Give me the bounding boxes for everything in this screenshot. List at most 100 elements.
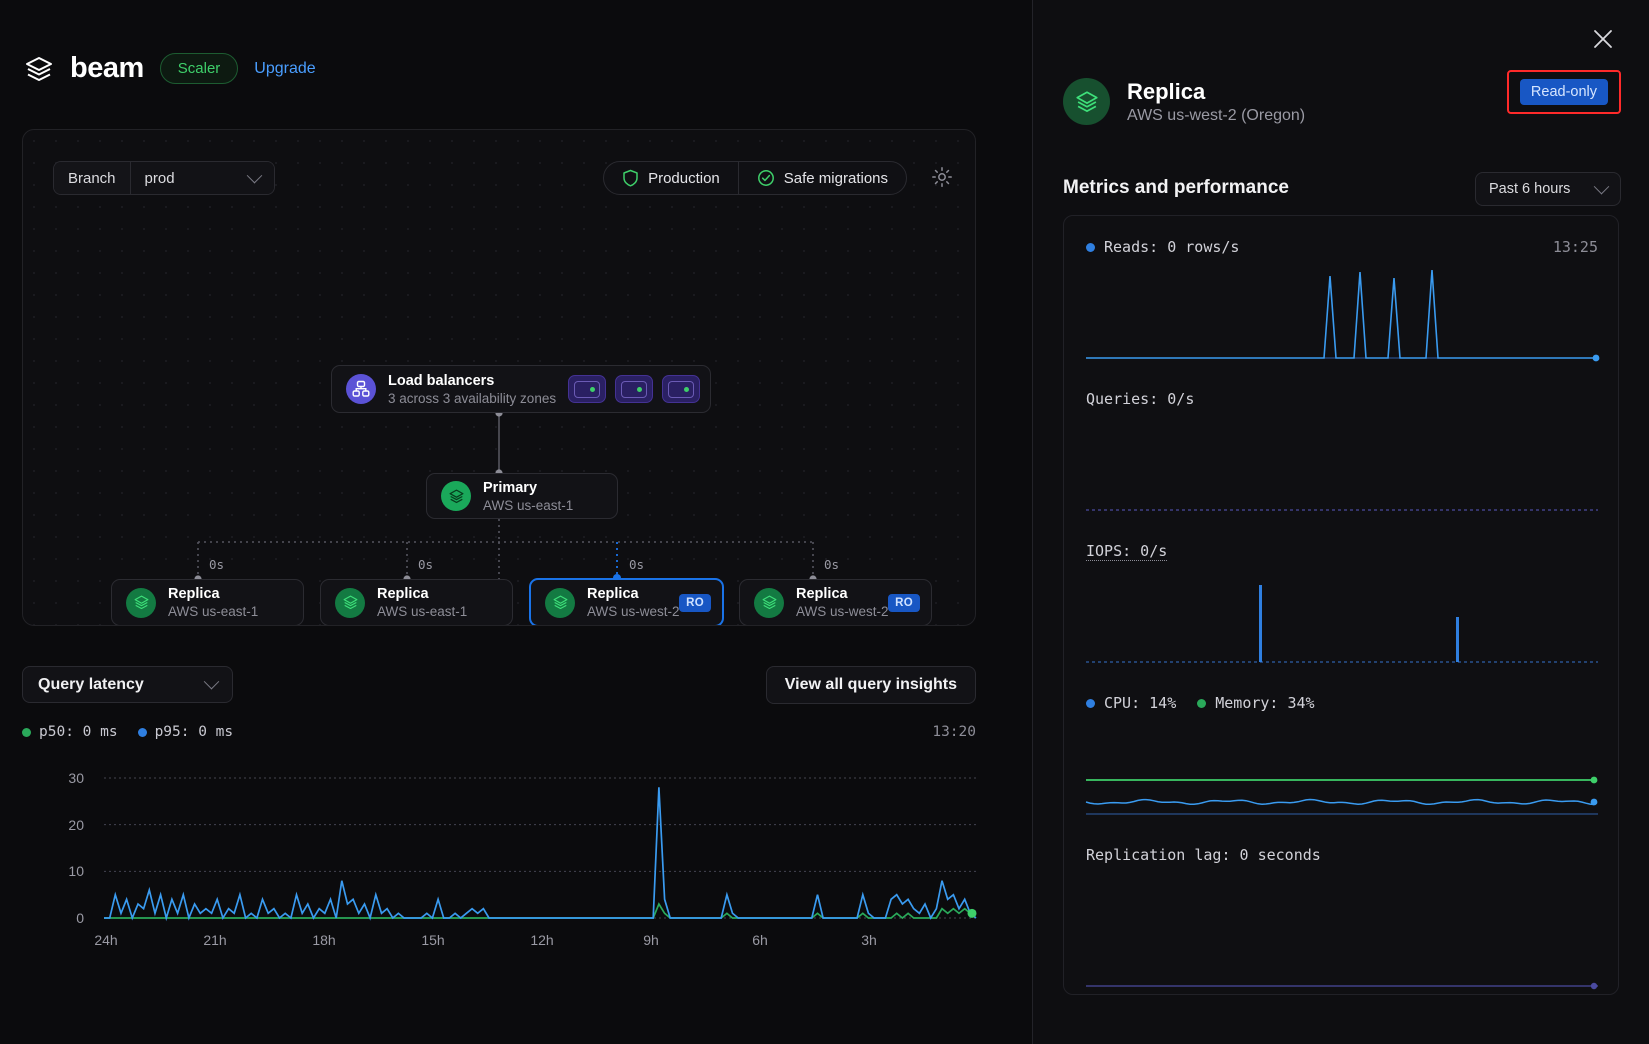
gear-icon[interactable] bbox=[931, 166, 953, 188]
legend-dot-p50 bbox=[22, 727, 31, 737]
zone-indicator-3 bbox=[662, 375, 700, 403]
query-latency-legend: p50: 0 ms p95: 0 ms bbox=[22, 724, 233, 740]
network-icon bbox=[346, 374, 376, 404]
metric-queries: Queries: 0/s bbox=[1064, 368, 1618, 520]
layers-icon bbox=[126, 587, 156, 618]
metric-memory-text: Memory: 34% bbox=[1215, 694, 1315, 712]
replica-3-readonly-badge: RO bbox=[679, 593, 711, 612]
legend-p50-label: p50: 0 ms bbox=[39, 724, 118, 740]
node-replica-3-selected[interactable]: Replica AWS us-west-2 RO bbox=[529, 578, 724, 625]
metric-replication-lag: Replication lag: 0 seconds bbox=[1064, 824, 1618, 994]
query-latency-select-label: Query latency bbox=[38, 675, 144, 693]
close-icon[interactable] bbox=[1590, 26, 1616, 52]
x-axis-tick: 18h bbox=[312, 932, 336, 948]
metrics-section-title: Metrics and performance bbox=[1063, 177, 1289, 198]
lag-label-replica-2: 0s bbox=[418, 557, 434, 572]
legend-p50: p50: 0 ms bbox=[22, 724, 118, 740]
query-latency-chart: 30 20 10 0 24h 21h 18h 15h 12h 9h 6h 3h bbox=[22, 760, 977, 990]
lag-label-replica-4: 0s bbox=[824, 557, 840, 572]
metric-iops-sparkline bbox=[1086, 585, 1598, 663]
status-pills: Production Safe migrations bbox=[603, 161, 907, 195]
branch-value[interactable]: prod bbox=[130, 162, 274, 194]
status-production-label: Production bbox=[648, 169, 720, 187]
branch-selector[interactable]: Branch prod bbox=[53, 161, 275, 195]
legend-dot-p95 bbox=[137, 727, 147, 737]
read-only-highlight: Read-only bbox=[1506, 70, 1621, 114]
metric-iops-text: IOPS: 0/s bbox=[1086, 542, 1168, 561]
shield-icon bbox=[622, 169, 639, 187]
chevron-down-icon bbox=[203, 673, 220, 690]
replica-3-title: Replica bbox=[587, 586, 639, 602]
check-circle-icon bbox=[757, 169, 775, 187]
upgrade-link[interactable]: Upgrade bbox=[254, 60, 315, 78]
availability-zones bbox=[568, 375, 700, 403]
metric-queries-text: Queries: 0/s bbox=[1086, 390, 1195, 408]
app-root: beam Scaler Upgrade Branch prod Producti… bbox=[0, 0, 1649, 1044]
node-replica-1[interactable]: Replica AWS us-east-1 bbox=[111, 579, 304, 625]
x-axis-tick: 3h bbox=[861, 932, 877, 948]
brand-name: beam bbox=[70, 52, 144, 84]
y-axis-tick: 0 bbox=[76, 910, 84, 926]
node-replica-4[interactable]: Replica AWS us-west-2 RO bbox=[739, 579, 932, 625]
status-safe-migrations-label: Safe migrations bbox=[783, 169, 888, 187]
legend-p95: p95: 0 ms bbox=[137, 724, 234, 740]
lag-label-replica-1: 0s bbox=[209, 557, 225, 572]
metric-reads: Reads: 0 rows/s 13:25 bbox=[1064, 216, 1618, 368]
primary-title: Primary bbox=[483, 479, 538, 496]
metric-reads-label: Reads: 0 rows/s bbox=[1086, 238, 1239, 256]
metric-replication-lag-label: Replication lag: 0 seconds bbox=[1086, 846, 1321, 864]
x-axis-tick: 24h bbox=[94, 932, 118, 948]
layers-icon bbox=[754, 587, 784, 618]
branch-value-text: prod bbox=[144, 169, 175, 187]
metric-dot-cpu bbox=[1086, 698, 1095, 708]
time-range-value: Past 6 hours bbox=[1489, 181, 1571, 197]
layers-icon bbox=[335, 587, 365, 618]
replica-1-title: Replica bbox=[168, 586, 220, 602]
x-axis-tick: 15h bbox=[421, 932, 445, 948]
replica-4-readonly-badge: RO bbox=[888, 593, 920, 612]
layers-icon bbox=[441, 481, 471, 511]
query-latency-select[interactable]: Query latency bbox=[22, 666, 233, 703]
metric-replication-lag-sparkline bbox=[1086, 982, 1598, 990]
layers-icon bbox=[1063, 78, 1110, 125]
y-axis-tick: 10 bbox=[68, 863, 84, 880]
lag-label-replica-3: 0s bbox=[629, 557, 645, 572]
status-production[interactable]: Production bbox=[604, 162, 738, 194]
replica-1-subtitle: AWS us-east-1 bbox=[168, 604, 259, 619]
metric-dot-memory bbox=[1197, 698, 1207, 708]
x-axis-labels: 24h 21h 18h 15h 12h 9h 6h 3h bbox=[22, 932, 976, 956]
node-replica-2[interactable]: Replica AWS us-east-1 bbox=[320, 579, 513, 625]
status-safe-migrations[interactable]: Safe migrations bbox=[737, 162, 906, 194]
chevron-down-icon bbox=[246, 167, 262, 183]
metric-dot-reads bbox=[1086, 242, 1095, 252]
y-axis-tick: 30 bbox=[68, 770, 84, 786]
zone-indicator-1 bbox=[568, 375, 606, 403]
y-axis-labels: 30 20 10 0 bbox=[22, 760, 84, 926]
metric-queries-label: Queries: 0/s bbox=[1086, 390, 1194, 408]
replica-4-title: Replica bbox=[796, 586, 848, 602]
view-all-query-insights-button[interactable]: View all query insights bbox=[765, 666, 976, 704]
layers-icon bbox=[545, 587, 575, 618]
node-load-balancers[interactable]: Load balancers 3 across 3 availability z… bbox=[331, 365, 711, 413]
metric-cpu-memory-label: CPU: 14% Memory: 34% bbox=[1086, 694, 1315, 712]
panel-header: Replica AWS us-west-2 (Oregon) bbox=[1063, 78, 1305, 125]
plan-badge[interactable]: Scaler bbox=[159, 53, 239, 84]
query-latency-plot bbox=[104, 777, 977, 922]
y-axis-tick: 20 bbox=[68, 816, 84, 833]
layers-icon bbox=[24, 54, 54, 84]
query-latency-timestamp: 13:20 bbox=[932, 724, 976, 740]
zone-indicator-2 bbox=[615, 375, 653, 403]
main-content: beam Scaler Upgrade Branch prod Producti… bbox=[0, 0, 1032, 1044]
legend-p95-label: p95: 0 ms bbox=[154, 724, 234, 740]
read-only-badge[interactable]: Read-only bbox=[1519, 79, 1608, 105]
panel-subtitle: AWS us-west-2 (Oregon) bbox=[1127, 106, 1306, 124]
replica-2-subtitle: AWS us-east-1 bbox=[377, 604, 468, 619]
node-primary[interactable]: Primary AWS us-east-1 bbox=[426, 473, 618, 519]
metrics-card: Reads: 0 rows/s 13:25 Queries: 0/s IOPS:… bbox=[1063, 215, 1619, 995]
brand-bar: beam Scaler Upgrade bbox=[24, 52, 316, 85]
x-axis-tick: 9h bbox=[643, 932, 659, 948]
metric-cpu-memory-sparkline bbox=[1085, 776, 1598, 815]
primary-subtitle: AWS us-east-1 bbox=[483, 497, 574, 513]
metric-replication-lag-text: Replication lag: 0 seconds bbox=[1086, 846, 1321, 864]
time-range-select[interactable]: Past 6 hours bbox=[1475, 172, 1621, 206]
